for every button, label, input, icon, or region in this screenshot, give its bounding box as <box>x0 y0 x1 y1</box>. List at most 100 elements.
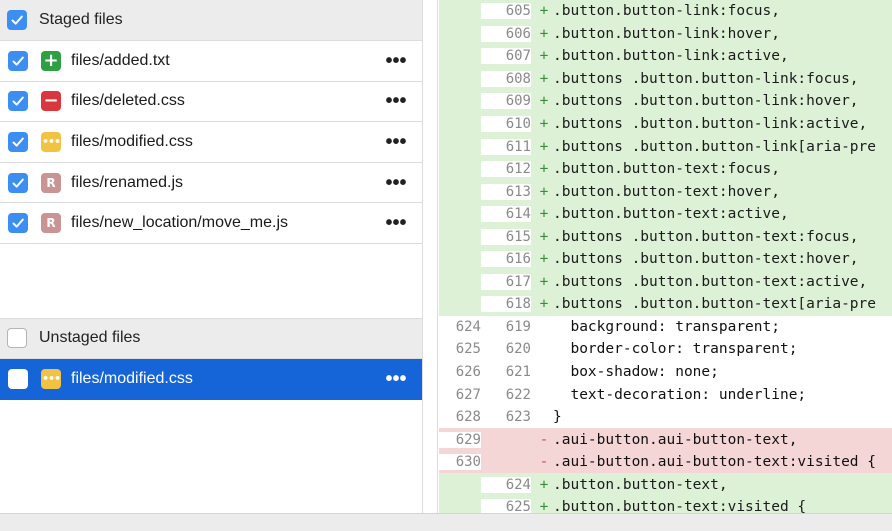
new-line-number: 608 <box>481 70 531 87</box>
new-line-number: 606 <box>481 25 531 42</box>
bottom-status-bar <box>0 513 892 531</box>
diff-line-content: + .button.button-text, <box>531 473 892 497</box>
file-checkbox[interactable] <box>8 50 28 71</box>
file-name: files/modified.css <box>71 369 193 387</box>
diff-line-content: } <box>531 405 892 429</box>
old-line-number: 628 <box>455 409 481 426</box>
diff-line-content: + .buttons .button.button-text[aria-pre <box>531 293 892 316</box>
new-line-number: 623 <box>505 409 531 426</box>
diff-sign: + <box>539 93 549 110</box>
new-line-number: 610 <box>481 116 531 132</box>
staged-files-header: Staged files <box>0 0 422 41</box>
file-checkbox[interactable] <box>8 213 28 234</box>
diff-line-context: 626 621 box-shadow: none; <box>439 360 892 384</box>
code-text: .buttons .button.button-text:active, <box>553 273 868 290</box>
renamed-status-icon: R <box>41 213 61 234</box>
diff-sign: + <box>539 476 549 493</box>
diff-sign: + <box>539 138 549 155</box>
file-checkbox[interactable] <box>8 131 28 152</box>
unstaged-files-title: Unstaged files <box>39 329 141 347</box>
diff-line-added: 612 + .button.button-text:focus, <box>439 157 892 181</box>
code-text: } <box>553 409 562 426</box>
added-status-icon: + <box>41 50 61 71</box>
file-row[interactable]: Rfiles/renamed.js ••• <box>0 162 422 204</box>
code-text: .buttons .button.button-link:focus, <box>553 70 859 87</box>
file-row[interactable]: Rfiles/new_location/move_me.js ••• <box>0 203 422 244</box>
file-row[interactable]: ••• files/modified.css ••• <box>0 122 422 163</box>
diff-line-added: 615 + .buttons .button.button-text:focus, <box>439 225 892 249</box>
new-line-number: 612 <box>481 161 531 178</box>
file-row[interactable]: ••• files/modified.css ••• <box>0 358 422 400</box>
file-row[interactable]: − files/deleted.css ••• <box>0 81 422 123</box>
staged-list-empty-space <box>0 244 422 318</box>
file-checkbox[interactable] <box>8 368 28 389</box>
new-line-number: 625 <box>481 499 531 513</box>
diff-sign: + <box>539 206 549 223</box>
diff-sign: + <box>539 251 549 268</box>
diff-line-content: border-color: transparent; <box>531 338 892 361</box>
diff-sign: + <box>539 273 549 290</box>
diff-view[interactable]: 605 + .button.button-link:focus, 606 + .butto… <box>439 0 892 513</box>
staged-file-list: + files/added.txt ••• − files/deleted.css •••… <box>0 41 422 244</box>
new-line-number: 619 <box>505 318 531 335</box>
diff-line-added: 614 + .button.button-text:active, <box>439 202 892 226</box>
more-options-button[interactable]: ••• <box>382 173 410 193</box>
more-options-button[interactable]: ••• <box>382 91 410 111</box>
file-name: files/deleted.css <box>71 92 185 110</box>
new-line-number: 613 <box>481 183 531 200</box>
diff-line-added: 611 + .buttons .button.button-link[aria-pr… <box>439 135 892 158</box>
new-line-number: 618 <box>481 296 531 313</box>
code-text: .buttons .button.button-link[aria-pre <box>553 138 877 155</box>
diff-line-added: 608 + .buttons .button.button-link:focus, <box>439 67 892 91</box>
checkmark-icon <box>11 15 23 25</box>
diff-sign: + <box>539 48 549 65</box>
old-line-number: 624 <box>455 318 481 335</box>
diff-line-content: + .button.button-text:active, <box>531 202 892 226</box>
old-line-number: 625 <box>455 341 481 358</box>
more-options-button[interactable]: ••• <box>382 51 410 71</box>
unstaged-all-checkbox[interactable] <box>7 328 27 349</box>
diff-line-added: 618 + .buttons .button.button-text[aria-pr… <box>439 293 892 316</box>
panel-divider[interactable] <box>424 0 438 513</box>
more-options-button[interactable]: ••• <box>382 369 410 389</box>
diff-line-added: 605 + .button.button-link:focus, <box>439 0 892 23</box>
more-options-button[interactable]: ••• <box>382 213 410 233</box>
diff-sign: + <box>539 296 549 313</box>
diff-line-added: 625 + .button.button-text:visited { <box>439 496 892 513</box>
new-line-number: 607 <box>481 48 531 65</box>
file-checkbox[interactable] <box>8 172 28 193</box>
diff-line-content: + .button.button-link:focus, <box>531 0 892 23</box>
code-text: .buttons .button.button-text:hover, <box>553 251 859 268</box>
file-checkbox[interactable] <box>8 91 28 112</box>
code-text: .buttons .button.button-text:focus, <box>553 228 859 245</box>
diff-line-content: box-shadow: none; <box>531 360 892 384</box>
diff-line-added: 613 + .button.button-text:hover, <box>439 180 892 203</box>
diff-line-added: 607 + .button.button-link:active, <box>439 45 892 68</box>
diff-line-added: 609 + .buttons .button.button-link:hover, <box>439 90 892 113</box>
new-line-number: 620 <box>505 341 531 358</box>
code-text: .buttons .button.button-link:active, <box>553 116 868 132</box>
diff-line-added: 617 + .buttons .button.button-text:active, <box>439 270 892 294</box>
code-text: .button.button-text:hover, <box>553 183 780 200</box>
new-line-number: 621 <box>505 364 531 381</box>
code-text: .aui-button.aui-button-text:visited { <box>553 454 877 471</box>
new-line-number: 605 <box>481 3 531 20</box>
new-line-number: 615 <box>481 228 531 245</box>
more-options-button[interactable]: ••• <box>382 132 410 152</box>
diff-line-removed: 630 - .aui-button.aui-button-text:visited … <box>439 450 892 474</box>
diff-line-added: 616 + .buttons .button.button-text:hover, <box>439 248 892 271</box>
code-text: .button.button-text:visited { <box>553 499 807 513</box>
file-row[interactable]: + files/added.txt ••• <box>0 41 422 82</box>
diff-line-content: + .buttons .button.button-text:hover, <box>531 248 892 271</box>
diff-line-content: - .aui-button.aui-button-text, <box>531 428 892 451</box>
code-text: .button.button-link:hover, <box>553 25 780 42</box>
diff-line-content: + .button.button-text:hover, <box>531 180 892 203</box>
file-name: files/added.txt <box>71 51 170 69</box>
file-name: files/new_location/move_me.js <box>71 214 288 232</box>
staged-all-checkbox[interactable] <box>7 10 27 30</box>
diff-sign: + <box>539 25 549 42</box>
code-text: .buttons .button.button-text[aria-pre <box>553 296 877 313</box>
checkmark-icon <box>12 218 24 228</box>
staged-files-title: Staged files <box>39 11 123 28</box>
code-text: .buttons .button.button-link:hover, <box>553 93 859 110</box>
